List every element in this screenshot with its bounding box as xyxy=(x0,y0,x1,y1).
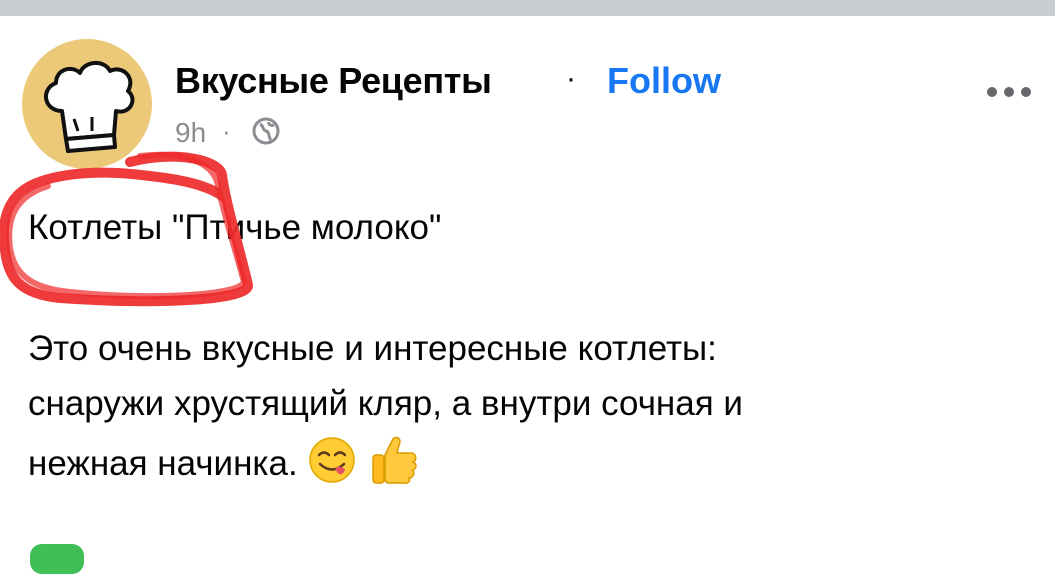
body-line: Это очень вкусные и интересные котлеты: xyxy=(28,329,717,368)
feed-divider xyxy=(0,0,1055,16)
thumbs-up-emoji xyxy=(372,436,417,484)
reaction-icon[interactable] xyxy=(30,544,84,574)
chef-hat-icon xyxy=(44,61,135,153)
more-options-icon[interactable] xyxy=(985,84,1033,100)
post-title: Котлеты "Птичье молоко" xyxy=(28,208,442,247)
face-savoring-food-emoji xyxy=(309,437,356,483)
follow-button[interactable]: Follow xyxy=(607,60,721,102)
post-timestamp[interactable]: 9h xyxy=(175,117,206,149)
post-body: Это очень вкусные и интересные котлеты: … xyxy=(28,321,1028,491)
page-name[interactable]: Вкусные Рецепты xyxy=(175,60,492,102)
page-avatar[interactable] xyxy=(22,39,152,169)
post-card: Вкусные Рецепты · Follow 9h · Котлеты "П… xyxy=(0,16,1055,574)
globe-icon[interactable] xyxy=(251,116,281,146)
header-separator: · xyxy=(566,62,576,95)
body-line-last: нежная начинка. xyxy=(28,431,1028,491)
meta-separator: · xyxy=(222,116,231,146)
body-line: снаружи хрустящий кляр, а внутри сочная … xyxy=(28,384,743,423)
body-line-text: нежная начинка. xyxy=(28,444,298,483)
